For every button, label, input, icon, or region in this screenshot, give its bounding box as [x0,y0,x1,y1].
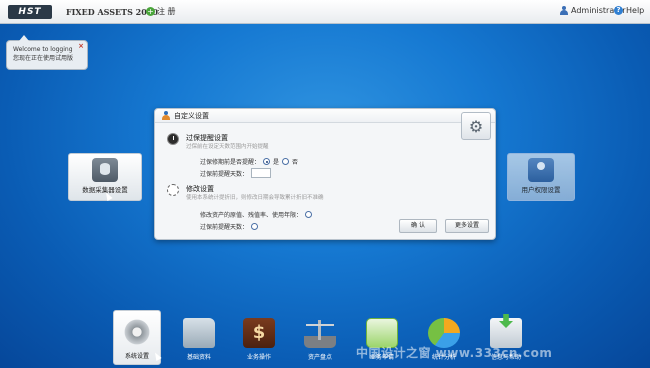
help-icon: ? [614,6,623,15]
welcome-line-2: 您现在正在使用试用版 [13,55,74,62]
modify-asset-radio[interactable] [305,211,313,218]
section-subtitle: 过保前在设定天数范围内开始提醒 [186,144,269,150]
person-icon [162,111,170,120]
reminder-days-input[interactable] [251,168,272,178]
help-label: Help [626,6,645,15]
modify-days-radio[interactable] [251,223,259,230]
dialog-header: 自定义设置 [155,109,495,123]
more-settings-button[interactable]: 更多设置 [445,219,489,233]
radio-yes-label: 是 [273,159,280,166]
confirm-button[interactable]: 确 认 [399,219,437,233]
modify-asset-row: 修改资产的原值、残值率、使用年限： [200,210,313,219]
gear-icon [121,317,153,347]
modify-days-label: 过保前提醒天数： [200,224,249,231]
section-subtitle: 使用本系统计提折旧，则修改日期会导致累计折旧不准确 [186,195,324,201]
help-link[interactable]: ? Help [614,6,644,15]
dialog-title: 自定义设置 [174,111,209,120]
user-permission-settings-tile[interactable]: 用户权限设置 [507,153,575,201]
modify-days-row: 过保前提醒天数： [200,222,259,231]
radio-no-label: 否 [292,159,299,166]
radio-no[interactable] [282,158,290,165]
modify-asset-label: 修改资产的原值、残值率、使用年限： [200,212,303,219]
welcome-popup: × Welcome to logging 您现在正在使用试用版 [6,35,88,70]
watermark: 中国设计之窗 www.333cn.com [356,346,553,360]
register-link[interactable]: + 注 册 [146,6,176,17]
reminder-days-row: 过保前提醒天数： [200,168,272,178]
dock-label: 基础资料 [186,354,211,361]
cog-icon [167,184,179,196]
custom-settings-dialog: 自定义设置 ⚙ 过保提醒设置 过保前在设定天数范围内开始提醒 过保修期前是否提醒… [154,108,496,240]
app-logo: HST [8,5,52,19]
register-label: 注 册 [157,7,176,16]
dock-item-business-operations[interactable]: $ 业务操作 [235,312,283,364]
settings-gear-button[interactable]: ⚙ [461,112,491,140]
money-icon: $ [243,318,275,348]
reminder-toggle-label: 过保修期前是否提醒： [200,159,261,166]
database-icon [92,158,118,182]
close-icon[interactable]: × [78,42,84,51]
reminder-toggle-row: 过保修期前是否提醒： 是 否 [200,157,298,166]
clock-icon [167,133,179,145]
gear-icon: ⚙ [468,116,484,136]
green-plus-icon: + [146,7,155,16]
scale-icon [304,318,336,348]
user-permission-settings-label: 用户权限设置 [521,186,561,194]
dock-item-basic-data[interactable]: 基础资料 [175,312,223,364]
user-icon [560,6,568,15]
user-permission-icon [528,158,554,182]
top-bar: HST FIXED ASSETS 2010 + 注 册 Administrato… [0,0,650,24]
dock-item-asset-inventory[interactable]: 资产盘点 [296,312,344,364]
reminder-days-label: 过保前提醒天数： [200,170,249,178]
app-title: FIXED ASSETS 2010 [66,7,158,17]
dock-label: 业务操作 [246,354,271,361]
folder-icon [183,318,215,348]
dock-label: 资产盘点 [307,354,332,361]
welcome-line-1: Welcome to logging [13,46,73,53]
radio-yes[interactable] [263,158,271,165]
